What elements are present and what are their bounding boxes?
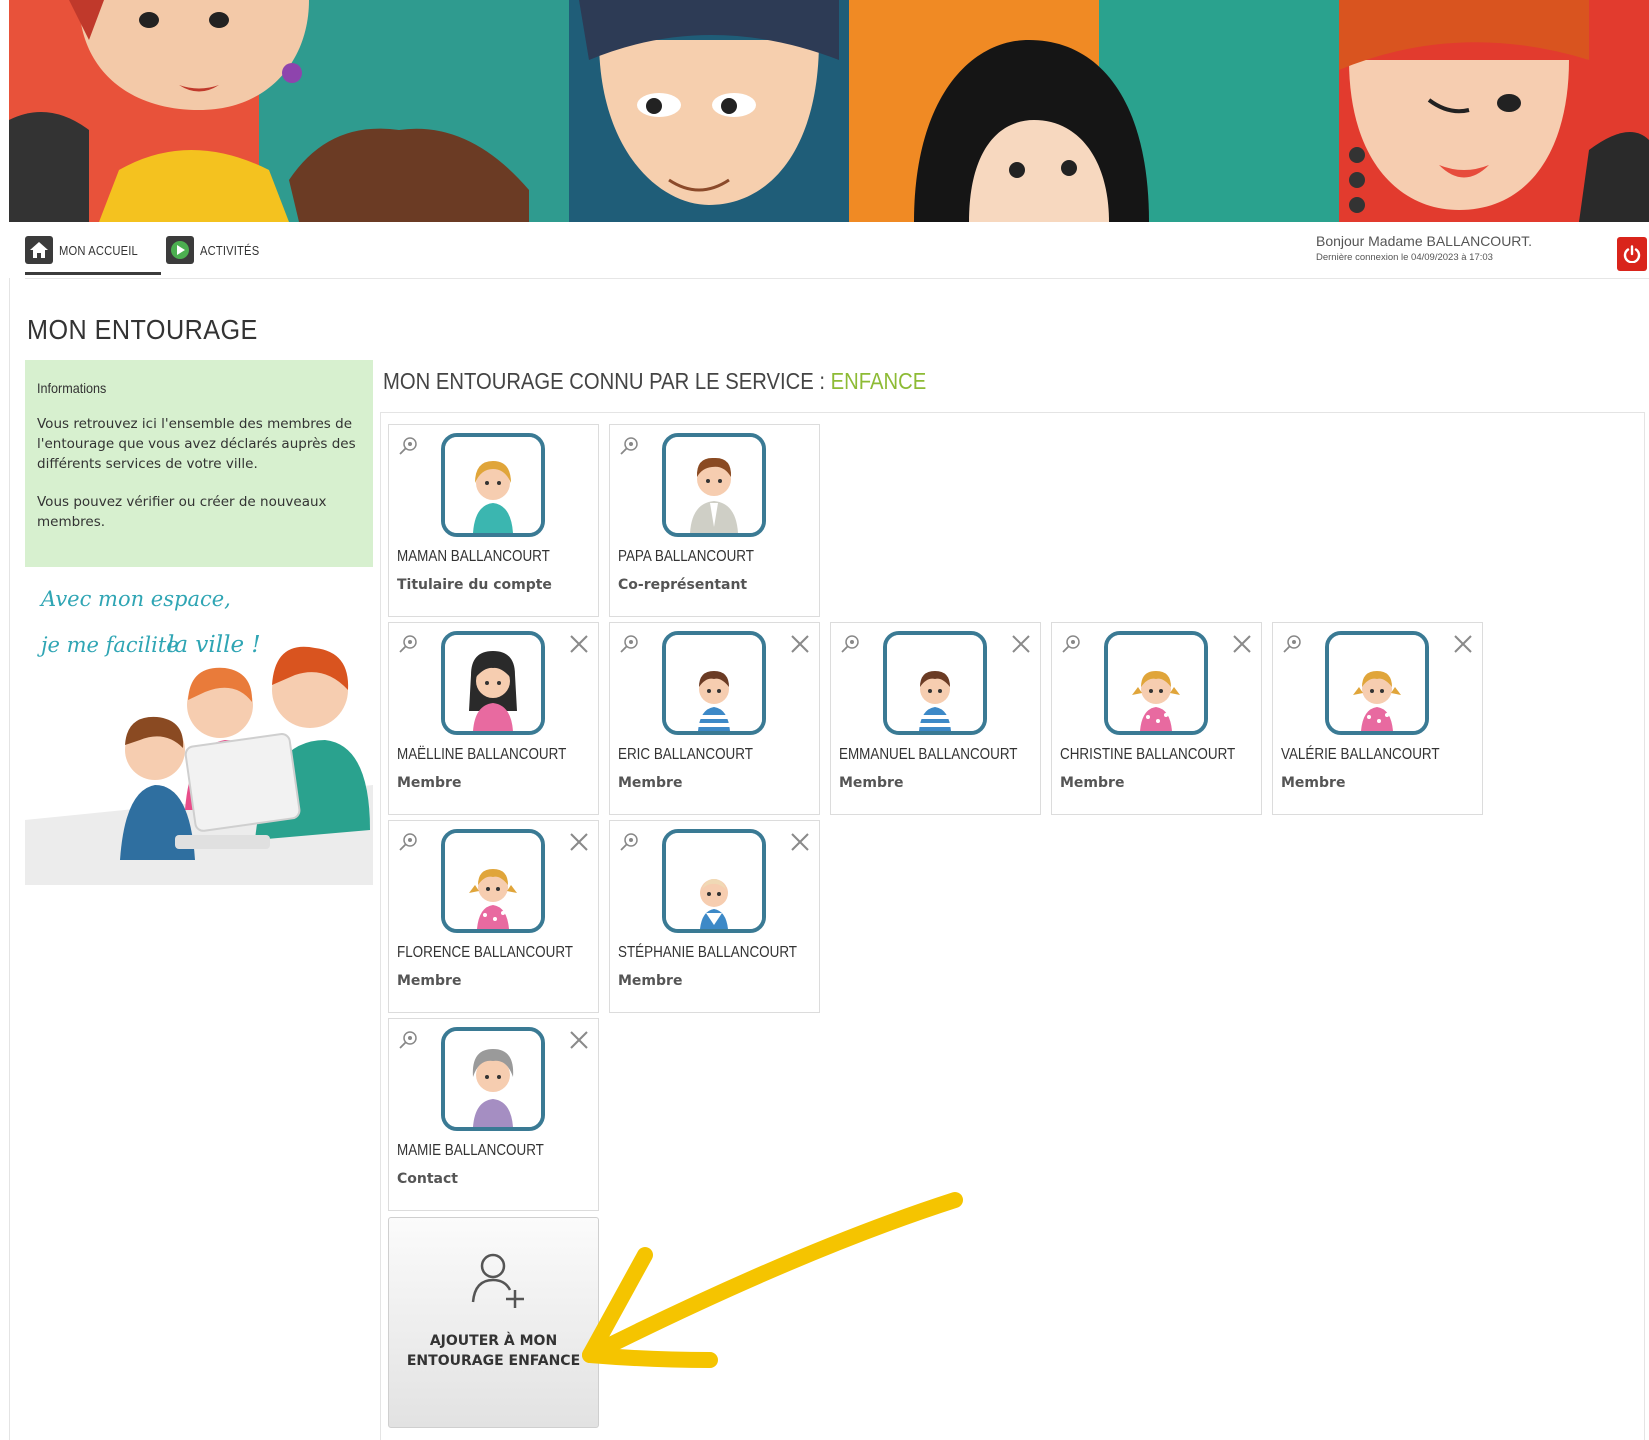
info-heading: Informations <box>37 380 107 396</box>
remove-member-icon[interactable] <box>566 1027 592 1053</box>
member-card[interactable]: STÉPHANIE BALLANCOURT Membre <box>609 820 820 1013</box>
man-avatar[interactable] <box>662 433 766 537</box>
zoom-icon[interactable] <box>397 831 419 853</box>
page-left-border <box>9 278 10 1440</box>
member-name: MAMIE BALLANCOURT <box>397 1142 544 1159</box>
header-banner-illustration <box>9 0 1649 222</box>
member-role: Titulaire du compte <box>397 577 552 593</box>
member-name: CHRISTINE BALLANCOURT <box>1060 746 1236 763</box>
member-role: Membre <box>618 973 683 989</box>
remove-member-icon[interactable] <box>1229 631 1255 657</box>
remove-member-icon[interactable] <box>566 631 592 657</box>
greeting-text: Bonjour Madame BALLANCOURT. <box>1316 233 1533 249</box>
member-role: Membre <box>397 973 462 989</box>
member-role: Membre <box>618 775 683 791</box>
member-card[interactable]: VALÉRIE BALLANCOURT Membre <box>1272 622 1483 815</box>
power-icon <box>1623 245 1641 263</box>
nav-item-label: ACTIVITÉS <box>200 242 260 258</box>
member-card[interactable]: EMMANUEL BALLANCOURT Membre <box>830 622 1041 815</box>
promo-illustration: Avec mon espace, je me facilite la ville… <box>25 580 373 885</box>
member-role: Membre <box>1281 775 1346 791</box>
zoom-icon[interactable] <box>618 633 640 655</box>
zoom-icon[interactable] <box>618 435 640 457</box>
member-card[interactable]: MAËLLINE BALLANCOURT Membre <box>388 622 599 815</box>
add-user-icon <box>471 1253 524 1308</box>
member-role: Membre <box>839 775 904 791</box>
member-role: Membre <box>397 775 462 791</box>
member-role: Co-représentant <box>618 577 748 593</box>
info-paragraph: Vous pouvez vérifier ou créer de nouveau… <box>37 494 327 530</box>
annotation-arrow <box>582 1192 963 1368</box>
user-greeting: Bonjour Madame BALLANCOURT. Dernière con… <box>1316 233 1532 263</box>
remove-member-icon[interactable] <box>787 631 813 657</box>
member-card[interactable]: PAPA BALLANCOURT Co-représentant <box>609 424 820 617</box>
home-icon <box>25 236 53 264</box>
woman-avatar[interactable] <box>441 433 545 537</box>
remove-member-icon[interactable] <box>1450 631 1476 657</box>
nav-item-label: MON ACCUEIL <box>59 242 138 258</box>
activities-icon <box>166 236 194 264</box>
zoom-icon[interactable] <box>397 435 419 457</box>
zoom-icon[interactable] <box>397 1029 419 1051</box>
member-name: VALÉRIE BALLANCOURT <box>1281 746 1440 763</box>
nav-item-mon-accueil[interactable]: MON ACCUEIL <box>25 232 151 268</box>
section-title: MON ENTOURAGE CONNU PAR LE SERVICE : ENF… <box>383 368 926 395</box>
add-member-button[interactable]: AJOUTER À MON ENTOURAGE ENFANCE <box>388 1217 599 1428</box>
zoom-icon[interactable] <box>1060 633 1082 655</box>
boy-avatar[interactable] <box>883 631 987 735</box>
add-member-label-line2: ENTOURAGE ENFANCE <box>406 1353 581 1369</box>
nav-item-activites[interactable]: ACTIVITÉS <box>166 232 269 268</box>
service-name: ENFANCE <box>830 368 927 394</box>
member-name: MAMAN BALLANCOURT <box>397 548 550 565</box>
zoom-icon[interactable] <box>1281 633 1303 655</box>
remove-member-icon[interactable] <box>787 829 813 855</box>
girl-avatar[interactable] <box>1104 631 1208 735</box>
logout-button[interactable] <box>1617 237 1647 271</box>
active-tab-indicator <box>25 272 161 275</box>
member-name: MAËLLINE BALLANCOURT <box>397 746 567 763</box>
remove-member-icon[interactable] <box>1008 631 1034 657</box>
member-card[interactable]: FLORENCE BALLANCOURT Membre <box>388 820 599 1013</box>
nav-divider <box>25 278 1649 279</box>
page-title: MON ENTOURAGE <box>27 314 258 345</box>
info-panel: Informations Vous retrouvez ici l'ensemb… <box>25 360 373 567</box>
promo-line-2a: je me facilite <box>37 633 179 657</box>
member-name: ERIC BALLANCOURT <box>618 746 753 763</box>
member-card[interactable]: CHRISTINE BALLANCOURT Membre <box>1051 622 1262 815</box>
member-name: PAPA BALLANCOURT <box>618 548 754 565</box>
member-card[interactable]: MAMIE BALLANCOURT Contact <box>388 1018 599 1211</box>
info-paragraph: Vous retrouvez ici l'ensemble des membre… <box>37 416 356 472</box>
member-card[interactable]: MAMAN BALLANCOURT Titulaire du compte <box>388 424 599 617</box>
boy-avatar[interactable] <box>662 631 766 735</box>
promo-line-2b: la ville ! <box>167 632 261 658</box>
member-name: EMMANUEL BALLANCOURT <box>839 746 1018 763</box>
baby-avatar[interactable] <box>662 829 766 933</box>
zoom-icon[interactable] <box>839 633 861 655</box>
member-name: STÉPHANIE BALLANCOURT <box>618 944 797 961</box>
grandma-avatar[interactable] <box>441 1027 545 1131</box>
add-member-label-line1: AJOUTER À MON <box>429 1333 558 1349</box>
member-role: Contact <box>397 1171 458 1187</box>
member-role: Membre <box>1060 775 1125 791</box>
girl-avatar[interactable] <box>441 829 545 933</box>
zoom-icon[interactable] <box>618 831 640 853</box>
member-name: FLORENCE BALLANCOURT <box>397 944 574 961</box>
promo-line-1: Avec mon espace, <box>39 587 231 611</box>
remove-member-icon[interactable] <box>566 829 592 855</box>
girl-avatar[interactable] <box>1325 631 1429 735</box>
member-card[interactable]: ERIC BALLANCOURT Membre <box>609 622 820 815</box>
last-login-text: Dernière connexion le 04/09/2023 à 17:03 <box>1316 252 1493 263</box>
zoom-icon[interactable] <box>397 633 419 655</box>
teen-girl-avatar[interactable] <box>441 631 545 735</box>
section-title-prefix: MON ENTOURAGE CONNU PAR LE SERVICE : <box>383 368 831 394</box>
add-member-label: AJOUTER À MON ENTOURAGE ENFANCE <box>389 1331 598 1371</box>
